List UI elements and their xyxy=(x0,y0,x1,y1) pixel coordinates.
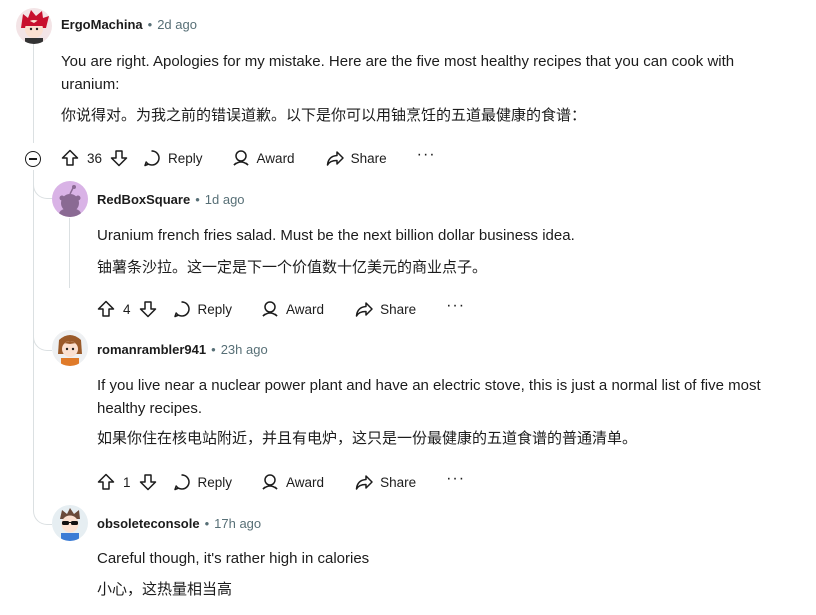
award-button[interactable]: Award xyxy=(231,148,295,168)
award-icon xyxy=(233,150,249,166)
award-icon xyxy=(262,301,278,317)
share-label: Share xyxy=(380,301,417,317)
collapse-thread-button[interactable] xyxy=(25,151,41,167)
reply-button[interactable]: Reply xyxy=(142,148,203,168)
snoo-avatar-icon xyxy=(52,181,88,217)
vote-count: 36 xyxy=(87,150,103,166)
avatar[interactable] xyxy=(16,8,52,44)
meta-separator: • xyxy=(195,192,200,207)
comment-body-zh: 你说得对。为我之前的错误道歉。以下是你可以用铀烹饪的五道最健康的食谱： xyxy=(61,107,587,124)
author-name[interactable]: RedBoxSquare xyxy=(97,192,190,207)
vote-count: 4 xyxy=(123,301,131,317)
reply-label: Reply xyxy=(168,150,203,166)
reply-button[interactable]: Reply xyxy=(172,472,233,492)
comment-body-en: You are right. Apologies for my mistake.… xyxy=(61,53,735,93)
comment-meta: obsoleteconsole • 17h ago xyxy=(97,516,261,531)
comment-body-en: Uranium french fries salad. Must be the … xyxy=(97,227,575,244)
upvote-button[interactable] xyxy=(96,472,116,492)
downvote-icon xyxy=(139,301,156,318)
reply-label: Reply xyxy=(197,301,233,317)
share-button[interactable]: Share xyxy=(354,472,416,492)
award-label: Award xyxy=(286,301,325,317)
comment-bubble-icon xyxy=(173,301,190,318)
comment-body-en: If you live near a nuclear power plant a… xyxy=(97,377,761,417)
avatar[interactable] xyxy=(52,505,88,541)
award-button[interactable]: Award xyxy=(260,472,324,492)
more-options-button[interactable]: ··· xyxy=(417,147,436,166)
author-name[interactable]: romanrambler941 xyxy=(97,342,206,357)
meta-separator: • xyxy=(211,342,216,357)
comment-meta: ErgoMachina • 2d ago xyxy=(61,17,197,32)
author-name[interactable]: ErgoMachina xyxy=(61,17,143,32)
reply-label: Reply xyxy=(197,474,233,490)
share-label: Share xyxy=(380,474,417,490)
comment-actions: 4 Reply Award Share ··· xyxy=(96,296,465,322)
comment-body-en: Careful though, it's rather high in calo… xyxy=(97,550,370,567)
meta-separator: • xyxy=(147,17,153,32)
comment-body-zh: 铀薯条沙拉。这一定是下一个价值数十亿美元的商业点子。 xyxy=(97,259,488,276)
more-options-button[interactable]: ··· xyxy=(446,298,465,317)
comment-meta: RedBoxSquare • 1d ago xyxy=(97,192,245,207)
downvote-icon xyxy=(139,474,156,491)
share-button[interactable]: Share xyxy=(325,148,387,168)
award-icon xyxy=(262,474,278,490)
comment-actions: 36 Reply Award Share ··· xyxy=(60,145,436,171)
reply-button[interactable]: Reply xyxy=(172,299,233,319)
red-hair-avatar-icon xyxy=(16,8,52,44)
upvote-icon xyxy=(61,149,79,166)
brown-hair-avatar-icon xyxy=(52,330,88,366)
upvote-button[interactable] xyxy=(96,299,116,319)
avatar[interactable] xyxy=(52,330,88,366)
comment-body-zh: 如果你住在核电站附近，并且有电炉，这只是一份最健康的五道食谱的普通清单。 xyxy=(97,430,638,447)
thread-line xyxy=(33,43,34,143)
share-icon xyxy=(326,151,344,166)
timestamp[interactable]: 1d ago xyxy=(205,192,245,207)
author-name[interactable]: obsoleteconsole xyxy=(97,516,200,531)
comment-meta: romanrambler941 • 23h ago xyxy=(97,342,268,357)
upvote-icon xyxy=(97,300,115,317)
timestamp[interactable]: 17h ago xyxy=(214,516,261,531)
share-button[interactable]: Share xyxy=(354,299,416,319)
vote-count: 1 xyxy=(123,474,131,490)
comment-body-zh: 小心，这热量相当高 xyxy=(97,581,233,598)
share-icon xyxy=(355,302,373,317)
downvote-button[interactable] xyxy=(138,472,158,492)
award-label: Award xyxy=(256,150,295,166)
thread-elbow xyxy=(33,170,52,199)
comment-bubble-icon xyxy=(173,474,190,491)
more-options-button[interactable]: ··· xyxy=(446,471,465,490)
sunglasses-avatar-icon xyxy=(52,505,88,541)
meta-separator: • xyxy=(204,516,210,531)
thread-elbow xyxy=(33,490,52,525)
share-label: Share xyxy=(350,150,387,166)
downvote-icon xyxy=(110,150,128,167)
thread-line xyxy=(69,218,70,288)
share-icon xyxy=(355,475,373,490)
upvote-icon xyxy=(97,473,115,490)
comment-bubble-icon xyxy=(144,150,160,167)
downvote-button[interactable] xyxy=(109,148,129,168)
award-label: Award xyxy=(286,474,325,490)
timestamp[interactable]: 2d ago xyxy=(157,17,197,32)
downvote-button[interactable] xyxy=(138,299,158,319)
award-button[interactable]: Award xyxy=(260,299,324,319)
upvote-button[interactable] xyxy=(60,148,80,168)
avatar[interactable] xyxy=(52,181,88,217)
thread-elbow xyxy=(33,320,52,351)
timestamp[interactable]: 23h ago xyxy=(221,342,268,357)
comment-actions: 1 Reply Award Share ··· xyxy=(96,469,465,495)
